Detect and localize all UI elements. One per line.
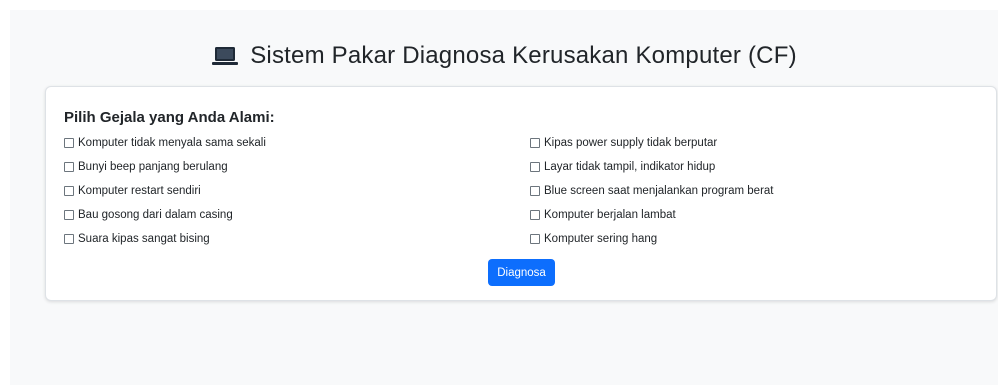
symptom-label: Bau gosong dari dalam casing (78, 209, 233, 221)
symptom-label: Komputer sering hang (544, 233, 658, 245)
symptom-option[interactable]: Komputer tidak menyala sama sekali (64, 131, 266, 155)
symptom-option[interactable]: Komputer sering hang (530, 227, 774, 251)
symptom-option[interactable]: Kipas power supply tidak berputar (530, 131, 774, 155)
symptom-checkbox[interactable] (64, 210, 74, 220)
symptom-checkbox[interactable] (64, 234, 74, 244)
symptom-checkbox[interactable] (530, 234, 540, 244)
symptom-option[interactable]: Layar tidak tampil, indikator hidup (530, 155, 774, 179)
header: Sistem Pakar Diagnosa Kerusakan Komputer… (10, 42, 998, 70)
symptom-checkbox[interactable] (530, 138, 540, 148)
symptom-form-card: Pilih Gejala yang Anda Alami: Komputer t… (45, 86, 997, 301)
diagnose-button[interactable]: Diagnosa (488, 259, 555, 286)
symptom-checkbox[interactable] (64, 162, 74, 172)
form-heading: Pilih Gejala yang Anda Alami: (64, 109, 275, 126)
symptom-option[interactable]: Komputer berjalan lambat (530, 203, 774, 227)
symptom-checkbox[interactable] (64, 186, 74, 196)
symptom-checkbox[interactable] (64, 138, 74, 148)
page-container: Sistem Pakar Diagnosa Kerusakan Komputer… (10, 10, 998, 385)
symptom-label: Bunyi beep panjang berulang (78, 161, 228, 173)
laptop-icon (211, 44, 239, 68)
page-title: Sistem Pakar Diagnosa Kerusakan Komputer… (250, 42, 797, 69)
symptom-label: Komputer restart sendiri (78, 185, 201, 197)
symptom-label: Komputer tidak menyala sama sekali (78, 137, 266, 149)
symptom-label: Komputer berjalan lambat (544, 209, 676, 221)
symptom-option[interactable]: Bau gosong dari dalam casing (64, 203, 266, 227)
symptom-label: Layar tidak tampil, indikator hidup (544, 161, 716, 173)
symptom-label: Suara kipas sangat bising (78, 233, 210, 245)
symptom-option[interactable]: Komputer restart sendiri (64, 179, 266, 203)
symptom-option[interactable]: Suara kipas sangat bising (64, 227, 266, 251)
symptom-column-left: Komputer tidak menyala sama sekali Bunyi… (64, 131, 266, 251)
symptom-label: Blue screen saat menjalankan program ber… (544, 185, 774, 197)
symptom-option[interactable]: Bunyi beep panjang berulang (64, 155, 266, 179)
symptom-column-right: Kipas power supply tidak berputar Layar … (530, 131, 774, 251)
symptom-checkbox[interactable] (530, 162, 540, 172)
symptom-option[interactable]: Blue screen saat menjalankan program ber… (530, 179, 774, 203)
symptom-label: Kipas power supply tidak berputar (544, 137, 718, 149)
symptom-checkbox[interactable] (530, 210, 540, 220)
symptom-checkbox[interactable] (530, 186, 540, 196)
